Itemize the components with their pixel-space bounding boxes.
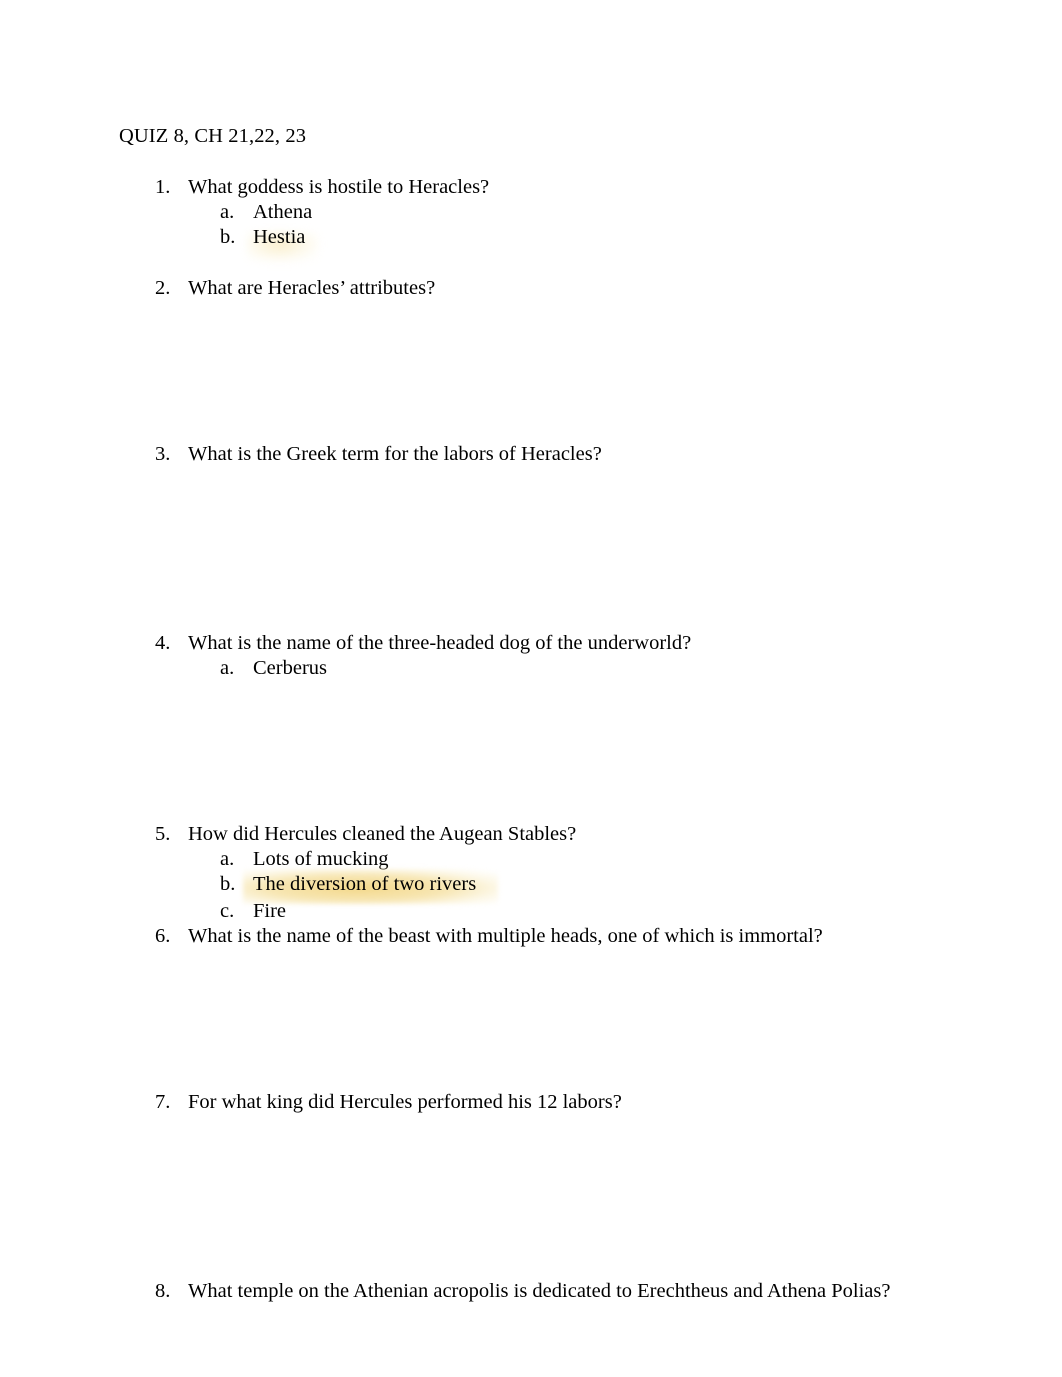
question-text: What is the name of the three-headed dog…: [188, 632, 692, 654]
question-number: 8.: [155, 1280, 171, 1302]
question-text: What is the name of the beast with multi…: [188, 925, 823, 947]
document-page: QUIZ 8, CH 21,22, 23 1. What goddess is …: [0, 0, 1062, 1377]
question-number: 5.: [155, 823, 171, 845]
highlight-mark: Hestia: [247, 225, 320, 262]
option-text: Athena: [253, 201, 313, 223]
highlight-mark: The diversion of two rivers: [243, 869, 499, 904]
question-number: 1.: [155, 176, 171, 198]
option-text: Cerberus: [253, 657, 328, 679]
question-number: 2.: [155, 277, 171, 299]
option-text: The diversion of two rivers: [253, 873, 477, 895]
question-text: What temple on the Athenian acropolis is…: [188, 1280, 891, 1302]
question-number: 7.: [155, 1091, 171, 1113]
option-letter: c.: [220, 900, 235, 922]
option-text: Lots of mucking: [253, 848, 389, 870]
option-text-wrapper: Hestia: [247, 225, 320, 262]
option-text: Hestia: [253, 226, 306, 248]
option-letter: b.: [220, 873, 236, 895]
page-title: QUIZ 8, CH 21,22, 23: [119, 125, 307, 147]
question-number: 3.: [155, 443, 171, 465]
option-letter: b.: [220, 226, 236, 248]
option-text-wrapper: The diversion of two rivers: [243, 869, 499, 904]
question-number: 6.: [155, 925, 171, 947]
question-text: For what king did Hercules performed his…: [188, 1091, 622, 1113]
option-text: Fire: [253, 900, 287, 922]
question-number: 4.: [155, 632, 171, 654]
question-text: What is the Greek term for the labors of…: [188, 443, 602, 465]
question-text: What goddess is hostile to Heracles?: [188, 176, 490, 198]
option-letter: a.: [220, 848, 235, 870]
option-letter: a.: [220, 201, 235, 223]
question-text: What are Heracles’ attributes?: [188, 277, 436, 299]
question-text: How did Hercules cleaned the Augean Stab…: [188, 823, 577, 845]
option-letter: a.: [220, 657, 235, 679]
